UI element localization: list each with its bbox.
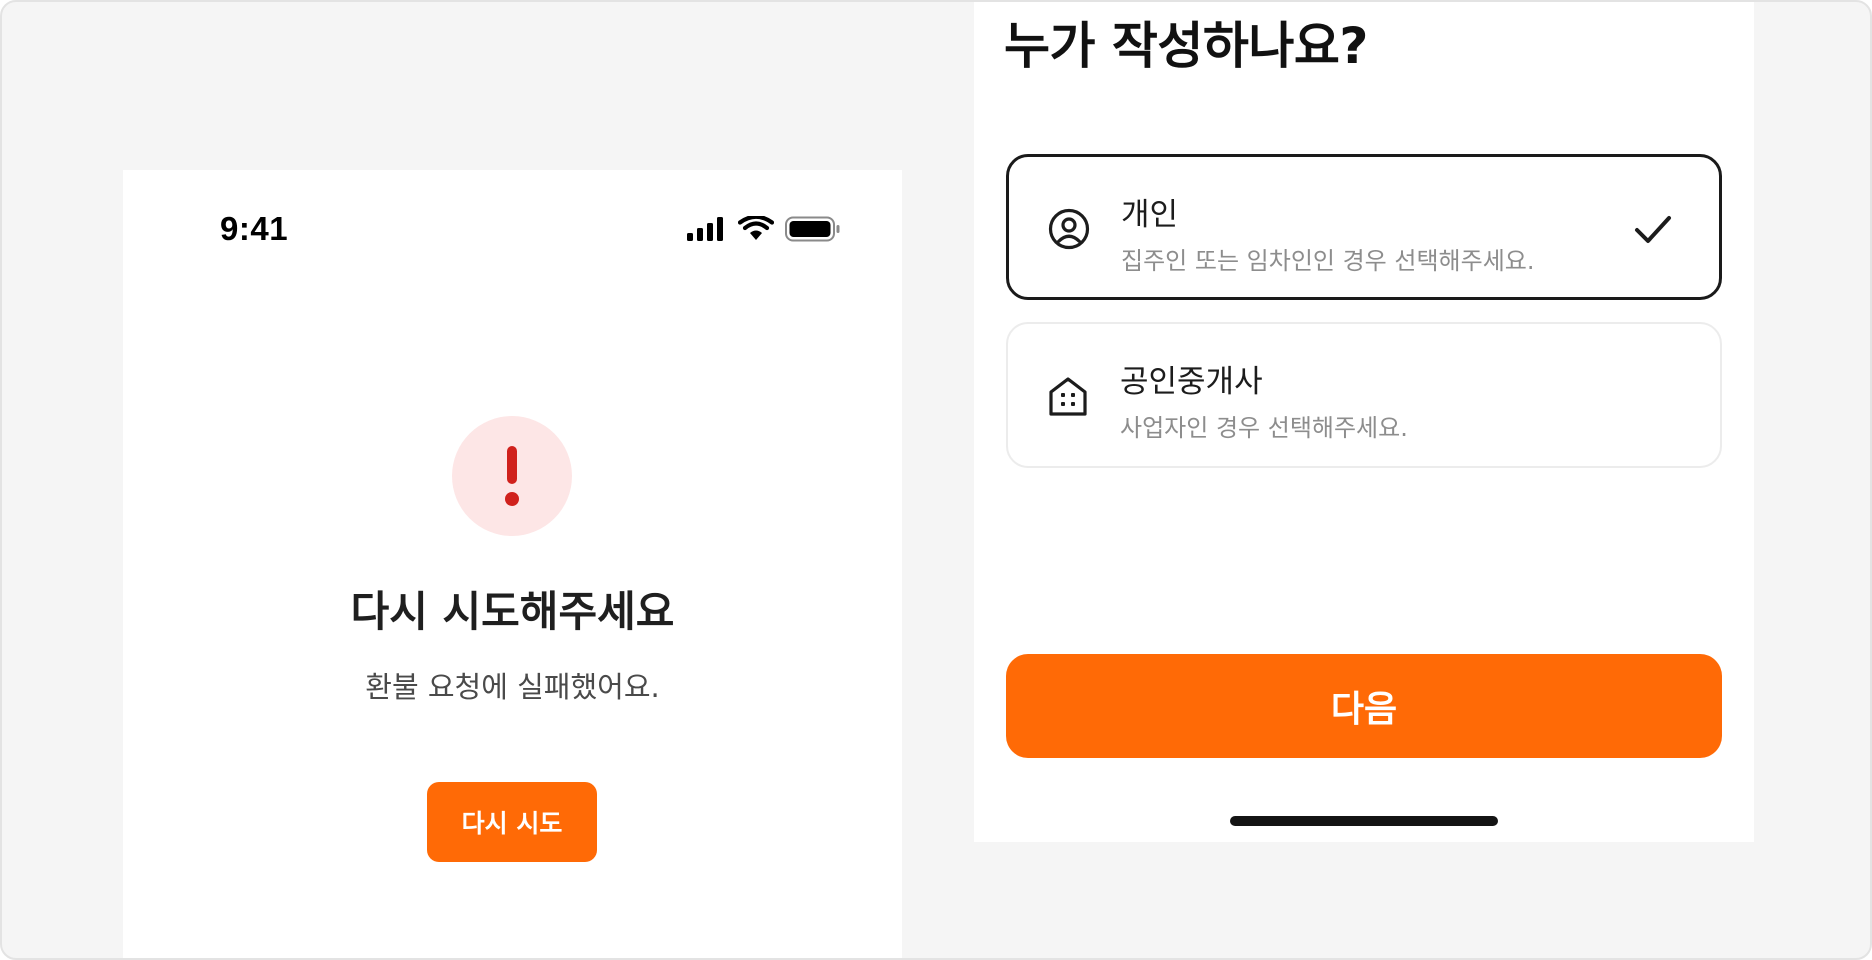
battery-icon bbox=[785, 216, 840, 242]
error-screen: 9:41 다시 시도해주세요 환불 요청에 실패했어요. 다시 시도 bbox=[123, 170, 902, 958]
canvas: 9:41 다시 시도해주세요 환불 요청에 실패했어요. 다시 시도 누가 작성… bbox=[0, 0, 1872, 960]
check-icon bbox=[1635, 216, 1671, 243]
option-broker[interactable]: 공인중개사 사업자인 경우 선택해주세요. bbox=[1006, 322, 1722, 468]
select-writer-screen: 누가 작성하나요? 개인 집주인 또는 임차인인 경우 선택해주세요. 공인중개… bbox=[974, 2, 1754, 842]
next-button[interactable]: 다음 bbox=[1006, 654, 1722, 758]
option-description: 사업자인 경우 선택해주세요. bbox=[1120, 414, 1408, 442]
page-title: 누가 작성하나요? bbox=[1004, 17, 1368, 75]
error-title: 다시 시도해주세요 bbox=[350, 587, 675, 636]
home-indicator bbox=[1230, 816, 1498, 826]
user-circle-icon bbox=[1048, 208, 1090, 250]
option-description: 집주인 또는 임차인인 경우 선택해주세요. bbox=[1121, 247, 1535, 275]
wifi-icon bbox=[738, 216, 774, 240]
retry-button[interactable]: 다시 시도 bbox=[427, 782, 597, 862]
building-icon bbox=[1049, 377, 1087, 416]
status-time: 9:41 bbox=[220, 210, 289, 247]
cellular-signal-icon bbox=[687, 217, 723, 241]
option-title: 공인중개사 bbox=[1120, 364, 1263, 400]
error-description: 환불 요청에 실패했어요. bbox=[365, 670, 660, 704]
option-title: 개인 bbox=[1121, 197, 1179, 233]
exclamation-icon bbox=[505, 446, 519, 506]
error-alert-badge bbox=[452, 416, 572, 536]
option-individual[interactable]: 개인 집주인 또는 임차인인 경우 선택해주세요. bbox=[1006, 154, 1722, 300]
